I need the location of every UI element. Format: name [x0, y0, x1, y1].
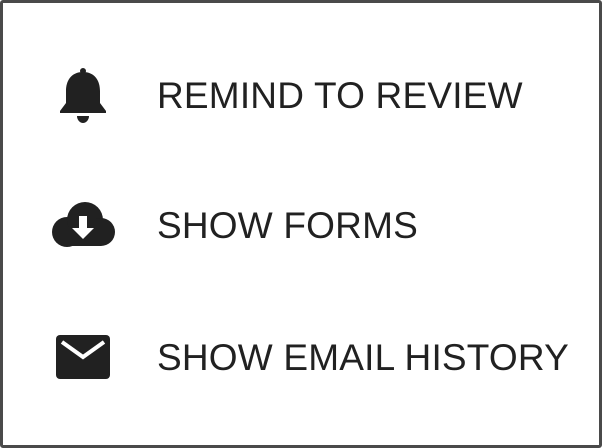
- menu-item-label: SHOW EMAIL HISTORY: [157, 336, 570, 378]
- menu-item-show-email-history[interactable]: SHOW EMAIL HISTORY: [3, 302, 599, 412]
- menu-item-label: SHOW FORMS: [157, 204, 418, 246]
- bell-icon: [47, 59, 119, 131]
- menu-item-label: REMIND TO REVIEW: [157, 74, 523, 116]
- action-menu: REMIND TO REVIEW SHOW FORMS SHOW EMAIL H…: [0, 0, 602, 448]
- menu-item-show-forms[interactable]: SHOW FORMS: [3, 170, 599, 280]
- menu-item-remind-to-review[interactable]: REMIND TO REVIEW: [3, 40, 599, 150]
- email-icon: [47, 321, 119, 393]
- cloud-download-icon: [47, 189, 119, 261]
